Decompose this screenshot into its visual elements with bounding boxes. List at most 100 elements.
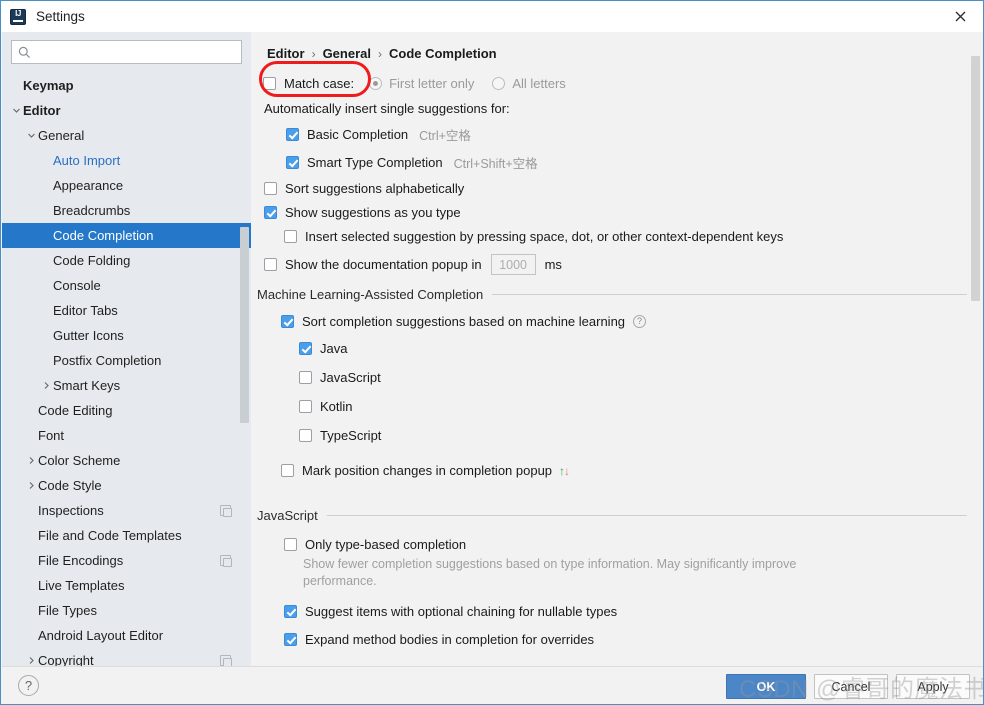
sidebar-item-label: File and Code Templates: [38, 528, 182, 543]
insert-selected-suggestion-checkbox[interactable]: [284, 230, 297, 243]
ml-sort-label: Sort completion suggestions based on mac…: [302, 314, 626, 329]
sidebar-item-auto-import[interactable]: Auto Import: [2, 148, 251, 173]
smart-type-completion-row: Smart Type Completion Ctrl+Shift+空格: [286, 153, 983, 172]
chevron-right-icon[interactable]: [25, 481, 38, 490]
chevron-right-icon[interactable]: [25, 456, 38, 465]
sidebar-item-copyright[interactable]: Copyright: [2, 648, 251, 668]
only-type-based-row: Only type-based completion: [284, 537, 983, 552]
sidebar-item-color-scheme[interactable]: Color Scheme: [2, 448, 251, 473]
sidebar-item-label: Code Folding: [53, 253, 131, 268]
sidebar-item-label: Color Scheme: [38, 453, 121, 468]
ml-lang-javascript-label: JavaScript: [320, 370, 381, 385]
sidebar-item-code-editing[interactable]: Code Editing: [2, 398, 251, 423]
first-letter-only-radio[interactable]: [369, 77, 383, 90]
sidebar-item-label: Code Style: [38, 478, 102, 493]
javascript-section-header: JavaScript: [257, 508, 967, 523]
smart-type-completion-checkbox[interactable]: [286, 156, 299, 169]
copy-settings-icon[interactable]: [220, 555, 232, 567]
search-box[interactable]: [11, 40, 242, 64]
doc-popup-row: Show the documentation popup in 1000 ms: [264, 254, 983, 275]
doc-popup-delay-field[interactable]: 1000: [490, 254, 536, 275]
sidebar-item-label: Code Editing: [38, 403, 113, 418]
ml-lang-kotlin-checkbox[interactable]: [299, 400, 312, 413]
sidebar-item-label: File Encodings: [38, 553, 124, 568]
breadcrumb-separator: ›: [377, 46, 382, 61]
help-circle-icon[interactable]: ?: [633, 315, 647, 328]
ml-lang-typescript-checkbox[interactable]: [299, 429, 312, 442]
optional-chaining-label: Suggest items with optional chaining for…: [305, 604, 618, 619]
copy-settings-icon[interactable]: [220, 505, 232, 517]
mark-position-checkbox[interactable]: [281, 464, 294, 477]
sidebar-item-editor-tabs[interactable]: Editor Tabs: [2, 298, 251, 323]
close-icon: [955, 11, 965, 22]
ml-lang-javascript-checkbox[interactable]: [299, 371, 312, 384]
sidebar-item-label: Postfix Completion: [53, 353, 162, 368]
cancel-button[interactable]: Cancel: [814, 674, 888, 699]
apply-button[interactable]: Apply: [896, 674, 970, 699]
chevron-down-icon[interactable]: [25, 131, 38, 140]
sidebar-item-code-completion[interactable]: Code Completion: [2, 223, 251, 248]
sidebar-item-font[interactable]: Font: [2, 423, 251, 448]
match-case-checkbox[interactable]: [263, 77, 276, 90]
sidebar-item-console[interactable]: Console: [2, 273, 251, 298]
main-scrollbar[interactable]: [971, 56, 980, 301]
all-letters-radio[interactable]: [492, 77, 506, 90]
only-type-based-checkbox[interactable]: [284, 538, 297, 551]
basic-completion-checkbox[interactable]: [286, 128, 299, 141]
insert-selected-suggestion-label: Insert selected suggestion by pressing s…: [305, 229, 784, 244]
breadcrumb-item-editor[interactable]: Editor: [267, 46, 305, 61]
sidebar-item-code-style[interactable]: Code Style: [2, 473, 251, 498]
sidebar-item-label: Inspections: [38, 503, 104, 518]
show-suggestions-checkbox[interactable]: [264, 206, 277, 219]
page-title: Code Completion: [388, 46, 497, 61]
settings-sidebar: Keymap Editor General Auto Import Appearance…: [2, 32, 251, 668]
sidebar-item-live-templates[interactable]: Live Templates: [2, 573, 251, 598]
sidebar-item-breadcrumbs[interactable]: Breadcrumbs: [2, 198, 251, 223]
basic-completion-shortcut: Ctrl+空格: [419, 129, 471, 143]
copy-settings-icon[interactable]: [220, 655, 232, 667]
sidebar-item-label: General: [38, 128, 85, 143]
sidebar-item-label: Smart Keys: [53, 378, 121, 393]
chevron-down-icon[interactable]: [10, 106, 23, 115]
sidebar-item-file-types[interactable]: File Types: [2, 598, 251, 623]
search-input[interactable]: [36, 44, 241, 60]
sidebar-item-file-encodings[interactable]: File Encodings: [2, 548, 251, 573]
sidebar-item-smart-keys[interactable]: Smart Keys: [2, 373, 251, 398]
search-container: [2, 32, 251, 64]
sidebar-item-inspections[interactable]: Inspections: [2, 498, 251, 523]
sidebar-scrollbar[interactable]: [240, 227, 249, 423]
mark-position-row: Mark position changes in completion popu…: [281, 463, 983, 478]
dialog-footer: ? OK Cancel Apply: [2, 666, 983, 703]
sidebar-item-code-folding[interactable]: Code Folding: [2, 248, 251, 273]
optional-chaining-checkbox[interactable]: [284, 605, 297, 618]
ml-sort-checkbox[interactable]: [281, 315, 294, 328]
sidebar-item-general[interactable]: General: [2, 123, 251, 148]
ml-lang-java-checkbox[interactable]: [299, 342, 312, 355]
sidebar-item-label: Appearance: [53, 178, 124, 193]
sidebar-item-gutter-icons[interactable]: Gutter Icons: [2, 323, 251, 348]
sidebar-item-appearance[interactable]: Appearance: [2, 173, 251, 198]
sidebar-item-label: Breadcrumbs: [53, 203, 131, 218]
sidebar-item-editor[interactable]: Editor: [2, 98, 251, 123]
sort-alphabetically-checkbox[interactable]: [264, 182, 277, 195]
chevron-right-icon[interactable]: [40, 381, 53, 390]
expand-method-bodies-label: Expand method bodies in completion for o…: [305, 632, 595, 647]
sidebar-item-keymap[interactable]: Keymap: [2, 73, 251, 98]
sidebar-item-label: Console: [53, 278, 101, 293]
smart-type-completion-label: Smart Type Completion: [307, 155, 443, 170]
search-icon: [18, 46, 31, 58]
window-title: Settings: [36, 9, 85, 24]
chevron-right-icon[interactable]: [25, 656, 38, 665]
ok-button[interactable]: OK: [726, 674, 806, 699]
doc-popup-checkbox[interactable]: [264, 258, 277, 271]
sidebar-item-android-layout-editor[interactable]: Android Layout Editor: [2, 623, 251, 648]
sidebar-item-file-and-code-templates[interactable]: File and Code Templates: [2, 523, 251, 548]
auto-insert-label: Automatically insert single suggestions …: [264, 101, 510, 116]
ml-lang-java-row: Java: [299, 341, 983, 356]
help-button[interactable]: ?: [18, 675, 39, 696]
breadcrumb-item-general[interactable]: General: [323, 46, 371, 61]
close-button[interactable]: [937, 1, 983, 32]
sidebar-item-postfix-completion[interactable]: Postfix Completion: [2, 348, 251, 373]
expand-method-bodies-checkbox[interactable]: [284, 633, 297, 646]
settings-main-panel: Editor › General › Code Completion Match…: [251, 32, 983, 668]
